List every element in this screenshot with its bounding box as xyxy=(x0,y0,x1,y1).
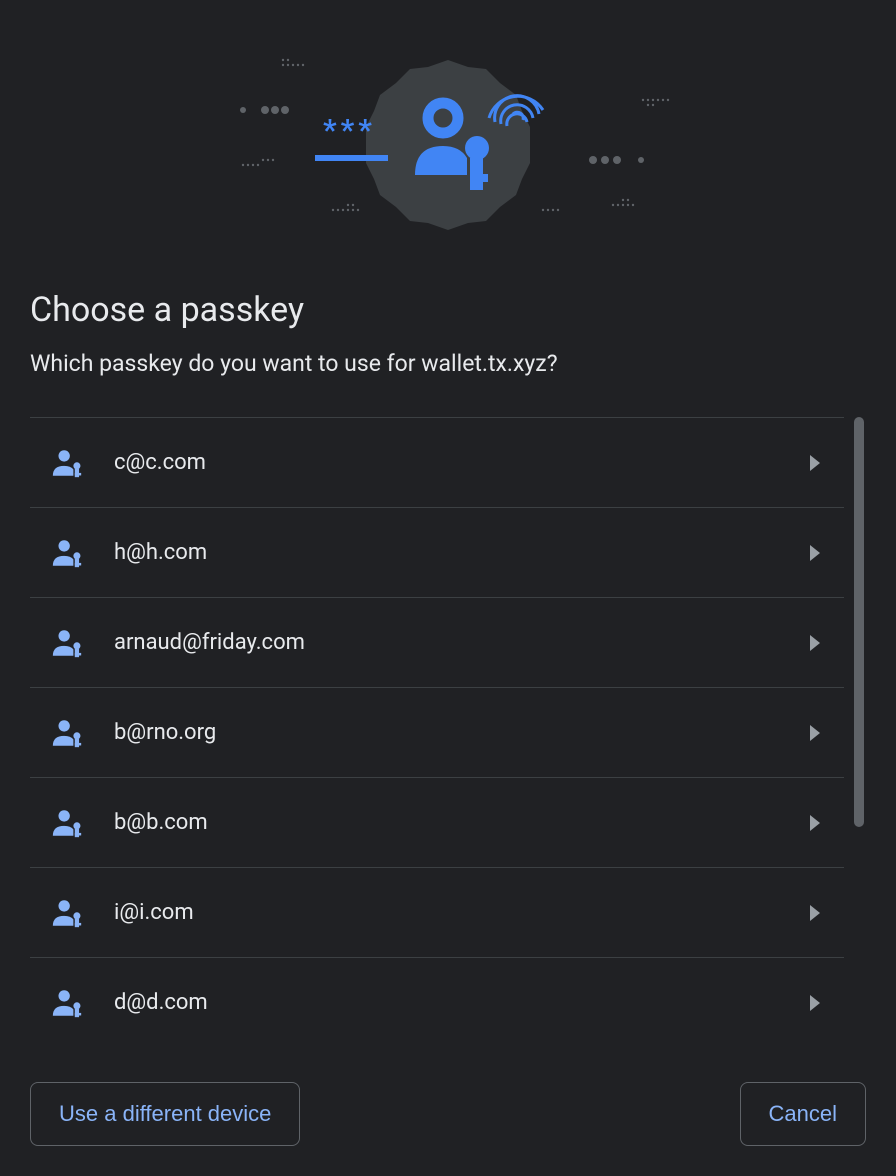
user-key-icon xyxy=(50,896,84,930)
user-key-icon xyxy=(50,986,84,1020)
passkey-email: d@d.com xyxy=(114,990,810,1015)
dialog-title: Choose a passkey xyxy=(30,290,866,330)
chevron-right-icon xyxy=(810,635,820,651)
user-key-icon xyxy=(50,626,84,660)
passkey-email: b@b.com xyxy=(114,810,810,835)
scrollbar-thumb[interactable] xyxy=(854,417,864,827)
user-key-icon xyxy=(50,806,84,840)
scrollbar[interactable] xyxy=(852,417,866,1047)
passkey-hero-icon: *** xyxy=(173,45,723,245)
user-key-icon xyxy=(50,446,84,480)
passkey-list-container: c@c.com h@h.com arnaud@friday.com b@rno.… xyxy=(30,417,866,1047)
dialog-subtitle: Which passkey do you want to use for wal… xyxy=(30,350,866,377)
chevron-right-icon xyxy=(810,815,820,831)
user-key-icon xyxy=(50,536,84,570)
chevron-right-icon xyxy=(810,545,820,561)
passkey-email: b@rno.org xyxy=(114,720,810,745)
passkey-item[interactable]: c@c.com xyxy=(30,418,844,508)
dialog-footer: Use a different device Cancel xyxy=(30,1047,866,1146)
passkey-email: h@h.com xyxy=(114,540,810,565)
passkey-list: c@c.com h@h.com arnaud@friday.com b@rno.… xyxy=(30,417,844,1047)
passkey-item[interactable]: arnaud@friday.com xyxy=(30,598,844,688)
passkey-email: i@i.com xyxy=(114,900,810,925)
user-key-icon xyxy=(50,716,84,750)
chevron-right-icon xyxy=(810,455,820,471)
use-different-device-button[interactable]: Use a different device xyxy=(30,1082,300,1146)
user-key-icon xyxy=(50,446,84,480)
user-key-icon xyxy=(50,806,84,840)
user-key-icon xyxy=(50,896,84,930)
cancel-button[interactable]: Cancel xyxy=(740,1082,866,1146)
user-key-icon xyxy=(50,626,84,660)
chevron-right-icon xyxy=(810,725,820,741)
chevron-right-icon xyxy=(810,905,820,921)
passkey-item[interactable]: d@d.com xyxy=(30,958,844,1047)
svg-text:***: *** xyxy=(323,113,376,148)
passkey-dialog: *** xyxy=(0,0,896,1176)
passkey-email: c@c.com xyxy=(114,450,810,475)
chevron-right-icon xyxy=(810,995,820,1011)
user-key-icon xyxy=(50,536,84,570)
hero-illustration: *** xyxy=(30,30,866,260)
user-key-icon xyxy=(50,986,84,1020)
passkey-item[interactable]: i@i.com xyxy=(30,868,844,958)
user-key-icon xyxy=(50,716,84,750)
passkey-email: arnaud@friday.com xyxy=(114,630,810,655)
passkey-item[interactable]: b@rno.org xyxy=(30,688,844,778)
passkey-item[interactable]: b@b.com xyxy=(30,778,844,868)
passkey-item[interactable]: h@h.com xyxy=(30,508,844,598)
